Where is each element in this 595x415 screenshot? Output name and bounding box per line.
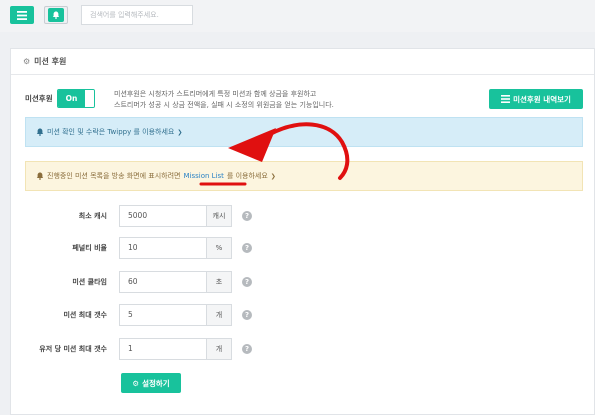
penalty-rate-input[interactable]: 10 <box>120 238 207 258</box>
gear-icon: ⚙ <box>132 378 140 388</box>
notification-button[interactable] <box>44 6 68 24</box>
history-button-label: 미션후원 내역보기 <box>513 94 571 104</box>
panel-title: 미션 후원 <box>34 57 67 66</box>
cooltime-input[interactable]: 60 <box>120 272 207 292</box>
field-label: 페널티 비율 <box>72 244 107 252</box>
toggle-knob <box>85 90 95 107</box>
unit-addon: 개 <box>207 339 231 359</box>
unit-addon: 초 <box>207 272 231 292</box>
form-row-max-per-user: 유저 당 미션 최대 갯수 1 개 ? <box>25 338 252 360</box>
help-icon[interactable]: ? <box>242 243 252 253</box>
form-row-penalty-rate: 페널티 비율 10 % ? <box>25 237 252 259</box>
max-per-user-field[interactable]: 1 개 <box>119 338 232 360</box>
description-line: 미션후원은 시청자가 스트리머에게 특정 미션과 함께 상금을 후원하고 <box>114 90 317 98</box>
field-label: 유저 당 미션 최대 갯수 <box>39 345 107 353</box>
top-bar: 검색어를 입력해주세요. <box>0 0 595 32</box>
help-icon[interactable]: ? <box>242 310 252 320</box>
warning-alert: 진행중인 미션 목록을 방송 화면에 표시하려면 Mission List 를 … <box>25 161 583 191</box>
field-label: 최소 캐시 <box>78 212 107 220</box>
hamburger-icon <box>17 10 27 20</box>
mission-history-button[interactable]: 미션후원 내역보기 <box>489 89 583 109</box>
description-line: 스트리머가 성공 시 상금 전액을, 실패 시 소정의 위원금을 얻는 기능입니… <box>114 101 334 109</box>
min-cash-input[interactable]: 5000 <box>120 206 207 226</box>
min-cash-field[interactable]: 5000 캐시 <box>119 205 232 227</box>
form-row-cooltime: 미션 쿨타임 60 초 ? <box>25 271 252 293</box>
mission-description: 미션후원은 시청자가 스트리머에게 특정 미션과 함께 상금을 후원하고 스트리… <box>114 89 384 111</box>
list-icon <box>501 95 511 103</box>
bell-icon <box>52 11 60 19</box>
mission-toggle[interactable]: On <box>56 89 96 108</box>
max-missions-field[interactable]: 5 개 <box>119 304 232 326</box>
chevron-right-icon[interactable]: ❯ <box>271 173 276 180</box>
help-icon[interactable]: ? <box>242 211 252 221</box>
save-settings-label: 설정하기 <box>142 378 170 388</box>
form-row-min-cash: 최소 캐시 5000 캐시 ? <box>25 205 252 227</box>
unit-addon: % <box>207 238 231 258</box>
menu-button[interactable] <box>10 6 34 24</box>
mission-toggle-row: 미션후원 On <box>25 89 96 108</box>
panel-header: ⚙ 미션 후원 <box>11 49 594 75</box>
toggle-label: 미션후원 <box>25 94 53 103</box>
unit-addon: 개 <box>207 305 231 325</box>
warning-alert-text-after: 를 이용하세요 <box>226 172 268 180</box>
unit-addon: 캐시 <box>207 206 231 226</box>
gear-icon: ⚙ <box>23 57 31 66</box>
warning-alert-text: 진행중인 미션 목록을 방송 화면에 표시하려면 <box>47 172 181 180</box>
info-alert: 미션 확인 및 수락은 Twippy 를 이용하세요 ❯ <box>25 117 583 147</box>
info-alert-text[interactable]: 미션 확인 및 수락은 Twippy 를 이용하세요 <box>47 127 174 137</box>
cooltime-field[interactable]: 60 초 <box>119 271 232 293</box>
help-icon[interactable]: ? <box>242 344 252 354</box>
form-row-max-missions: 미션 최대 갯수 5 개 ? <box>25 304 252 326</box>
search-input[interactable]: 검색어를 입력해주세요. <box>81 5 193 25</box>
bell-icon <box>36 172 44 180</box>
mission-list-link[interactable]: Mission List <box>184 172 224 180</box>
max-missions-input[interactable]: 5 <box>120 305 207 325</box>
toggle-state: On <box>57 90 86 107</box>
help-icon[interactable]: ? <box>242 277 252 287</box>
save-settings-button[interactable]: ⚙ 설정하기 <box>121 373 181 393</box>
field-label: 미션 최대 갯수 <box>63 311 107 319</box>
mission-panel: ⚙ 미션 후원 미션후원 On 미션후원은 시청자가 스트리머에게 특정 미션과… <box>10 48 595 415</box>
max-per-user-input[interactable]: 1 <box>120 339 207 359</box>
chevron-right-icon[interactable]: ❯ <box>177 129 182 136</box>
bell-icon <box>36 128 44 136</box>
penalty-rate-field[interactable]: 10 % <box>119 237 232 259</box>
field-label: 미션 쿨타임 <box>72 278 107 286</box>
